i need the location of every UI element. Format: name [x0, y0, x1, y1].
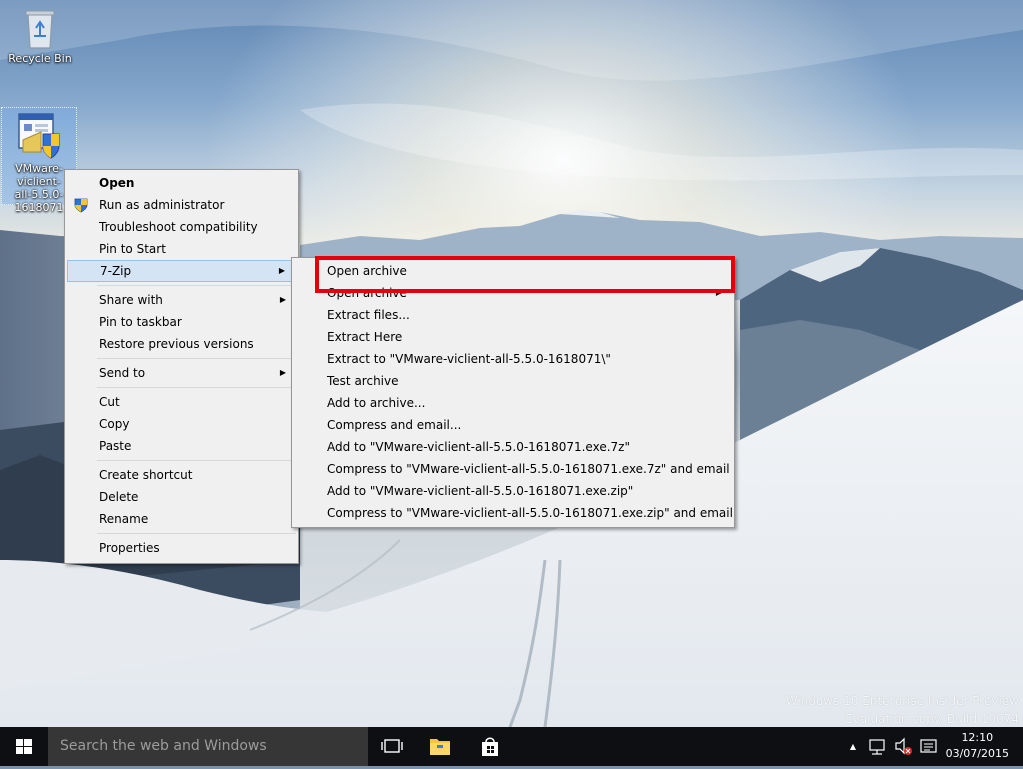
- 7zip-extract-files[interactable]: Extract files...: [294, 304, 732, 326]
- volume-muted-icon: [895, 737, 912, 755]
- menu-run-as-administrator[interactable]: Run as administrator: [67, 194, 296, 216]
- search-placeholder: Search the web and Windows: [60, 738, 267, 754]
- menu-properties-label: Properties: [99, 541, 160, 555]
- watermark-build: Evaluation copy. Build 10074: [845, 712, 1019, 726]
- menu-pin-to-start-label: Pin to Start: [99, 242, 166, 256]
- menu-properties[interactable]: Properties: [67, 537, 296, 559]
- folder-icon: [430, 739, 450, 755]
- menu-cut[interactable]: Cut: [67, 391, 296, 413]
- menu-share-with-label: Share with: [99, 293, 163, 307]
- recycle-bin-desktop-icon[interactable]: Recycle Bin: [2, 6, 78, 65]
- tray-chevron-up-icon: ▲: [849, 742, 857, 751]
- menu-run-as-administrator-label: Run as administrator: [99, 198, 225, 212]
- 7zip-compress-7z-email[interactable]: Compress to "VMware-viclient-all-5.5.0-1…: [294, 458, 732, 480]
- menu-send-to[interactable]: Send to ▶: [67, 362, 296, 384]
- menu-cut-label: Cut: [99, 395, 120, 409]
- menu-paste[interactable]: Paste: [67, 435, 296, 457]
- network-icon: [869, 739, 885, 755]
- 7zip-extract-to-folder[interactable]: Extract to "VMware-viclient-all-5.5.0-16…: [294, 348, 732, 370]
- 7zip-compress-and-email[interactable]: Compress and email...: [294, 414, 732, 436]
- taskbar: Search the web and Windows ▲ 12:10 03/07…: [0, 727, 1023, 766]
- volume-tray-button[interactable]: [892, 727, 916, 766]
- menu-copy[interactable]: Copy: [67, 413, 296, 435]
- menu-7zip[interactable]: 7-Zip ▶: [67, 260, 296, 282]
- taskbar-search-box[interactable]: Search the web and Windows: [48, 727, 368, 766]
- clock-date: 03/07/2015: [945, 747, 1009, 760]
- menu-copy-label: Copy: [99, 417, 130, 431]
- menu-pin-to-taskbar-label: Pin to taskbar: [99, 315, 182, 329]
- 7zip-add-to-7z[interactable]: Add to "VMware-viclient-all-5.5.0-161807…: [294, 436, 732, 458]
- windows-logo-icon: [16, 739, 32, 754]
- menu-separator: [97, 358, 296, 359]
- menu-send-to-label: Send to: [99, 366, 146, 380]
- submenu-arrow-icon: ▶: [278, 266, 285, 275]
- menu-rename-label: Rename: [99, 512, 149, 526]
- watermark-edition: Windows 10 Enterprise Insider Preview: [785, 694, 1019, 708]
- 7zip-add-to-zip-label: Add to "VMware-viclient-all-5.5.0-161807…: [327, 484, 634, 498]
- show-hidden-icons-button[interactable]: ▲: [844, 727, 862, 766]
- 7zip-add-to-archive-label: Add to archive...: [327, 396, 426, 410]
- 7zip-test-archive-label: Test archive: [327, 374, 399, 388]
- store-button[interactable]: [466, 727, 514, 766]
- network-tray-button[interactable]: [866, 727, 890, 766]
- menu-pin-to-start[interactable]: Pin to Start: [67, 238, 296, 260]
- 7zip-extract-files-label: Extract files...: [327, 308, 410, 322]
- menu-share-with[interactable]: Share with ▶: [67, 289, 296, 311]
- menu-restore-previous-versions[interactable]: Restore previous versions: [67, 333, 296, 355]
- menu-pin-to-taskbar[interactable]: Pin to taskbar: [67, 311, 296, 333]
- 7zip-test-archive[interactable]: Test archive: [294, 370, 732, 392]
- action-center-icon: [920, 739, 937, 753]
- 7zip-compress-zip-email[interactable]: Compress to "VMware-viclient-all-5.5.0-1…: [294, 502, 733, 524]
- menu-open-label: Open: [99, 176, 135, 190]
- 7zip-add-to-archive[interactable]: Add to archive...: [294, 392, 732, 414]
- menu-create-shortcut[interactable]: Create shortcut: [67, 464, 296, 486]
- menu-separator: [97, 285, 296, 286]
- menu-7zip-label: 7-Zip: [100, 264, 132, 278]
- installer-shield-icon: [18, 113, 60, 159]
- menu-rename[interactable]: Rename: [67, 508, 296, 530]
- action-center-button[interactable]: [918, 727, 940, 766]
- recycle-bin-icon: [25, 10, 55, 49]
- 7zip-submenu: Open archive Open archive ▶ Extract files…: [291, 257, 735, 528]
- menu-separator: [97, 533, 296, 534]
- menu-restore-label: Restore previous versions: [99, 337, 254, 351]
- task-view-button[interactable]: [368, 727, 416, 766]
- menu-create-shortcut-label: Create shortcut: [99, 468, 193, 482]
- taskbar-clock[interactable]: 12:10 03/07/2015: [946, 730, 1009, 762]
- 7zip-extract-here[interactable]: Extract Here: [294, 326, 732, 348]
- submenu-arrow-icon: ▶: [279, 368, 286, 377]
- menu-open[interactable]: Open: [67, 172, 296, 194]
- recycle-bin-label: Recycle Bin: [8, 52, 72, 65]
- 7zip-compress-7z-email-label: Compress to "VMware-viclient-all-5.5.0-1…: [327, 462, 730, 476]
- menu-troubleshoot-compatibility[interactable]: Troubleshoot compatibility: [67, 216, 296, 238]
- 7zip-extract-here-label: Extract Here: [327, 330, 403, 344]
- evaluation-watermark: Windows 10 Enterprise Insider Preview Ev…: [786, 692, 1019, 728]
- 7zip-add-to-zip[interactable]: Add to "VMware-viclient-all-5.5.0-161807…: [294, 480, 732, 502]
- menu-delete-label: Delete: [99, 490, 139, 504]
- submenu-arrow-icon: ▶: [279, 295, 286, 304]
- 7zip-add-to-7z-label: Add to "VMware-viclient-all-5.5.0-161807…: [327, 440, 630, 454]
- menu-troubleshoot-label: Troubleshoot compatibility: [99, 220, 258, 234]
- 7zip-compress-zip-email-label: Compress to "VMware-viclient-all-5.5.0-1…: [327, 506, 733, 520]
- file-context-menu: Open Run as administrator Troubleshoot c…: [64, 169, 299, 564]
- store-bag-icon: [482, 737, 498, 756]
- 7zip-compress-and-email-label: Compress and email...: [327, 418, 462, 432]
- 7zip-extract-to-folder-label: Extract to "VMware-viclient-all-5.5.0-16…: [327, 352, 611, 366]
- annotation-highlight-box: [315, 256, 735, 293]
- clock-time: 12:10: [961, 731, 994, 744]
- menu-paste-label: Paste: [99, 439, 132, 453]
- start-button[interactable]: [0, 727, 48, 766]
- uac-shield-icon: [74, 198, 88, 213]
- menu-separator: [97, 387, 296, 388]
- menu-separator: [97, 460, 296, 461]
- task-view-icon: [381, 739, 403, 753]
- menu-delete[interactable]: Delete: [67, 486, 296, 508]
- file-explorer-button[interactable]: [416, 727, 464, 766]
